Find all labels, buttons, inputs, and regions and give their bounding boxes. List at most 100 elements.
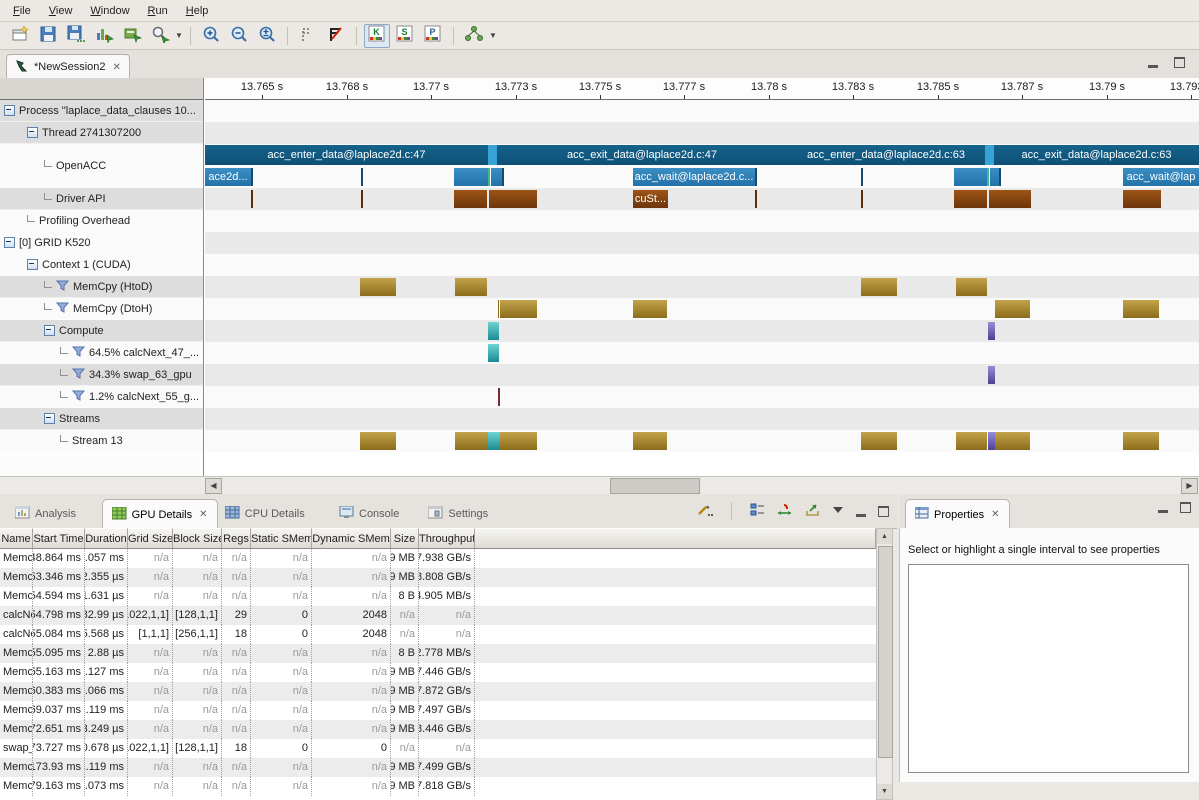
timeline-interval[interactable]: acc_exit_data@laplace2d.c:47 — [497, 145, 787, 165]
scroll-right-button[interactable]: ▶ — [1181, 478, 1198, 494]
collapse-toggle-icon[interactable] — [27, 259, 38, 270]
timeline-interval[interactable] — [956, 432, 987, 450]
table-row[interactable]: Memcpy173.93 ms1.119 msn/an/an/an/an/a9 … — [0, 758, 876, 777]
table-header-grid-size[interactable]: Grid Size — [128, 528, 173, 549]
table-header-duration[interactable]: Duration — [85, 528, 128, 549]
tree-row-memcpy-dtoh[interactable]: MemCpy (DtoH) — [0, 298, 203, 320]
maximize-details-icon[interactable] — [878, 506, 889, 517]
tree-row-driver-api[interactable]: Driver API — [0, 188, 203, 210]
scroll-down-button[interactable]: ▼ — [877, 784, 892, 799]
tree-row-kernel-swap63[interactable]: 34.3% swap_63_gpu — [0, 364, 203, 386]
scroll-up-button[interactable]: ▲ — [877, 529, 892, 544]
table-header-size[interactable]: Size — [391, 528, 419, 549]
filter-funnel-icon[interactable] — [72, 390, 85, 404]
timeline-interval[interactable] — [633, 432, 667, 450]
timeline-interval[interactable] — [755, 190, 757, 208]
table-row[interactable]: Memcpy179.163 ms1.073 msn/an/an/an/an/a9… — [0, 777, 876, 796]
tree-row-memcpy-htod[interactable]: MemCpy (HtoD) — [0, 276, 203, 298]
table-row[interactable]: Memcpy172.651 ms93.249 µsn/an/an/an/an/a… — [0, 720, 876, 739]
timeline-interval[interactable] — [755, 168, 757, 186]
scroll-thumb[interactable] — [610, 478, 700, 494]
timeline-interval[interactable] — [489, 190, 537, 208]
timeline-interval[interactable] — [251, 168, 253, 186]
session-tab[interactable]: *NewSession2 ✕ — [6, 54, 130, 79]
minimize-properties-icon[interactable] — [1158, 502, 1168, 513]
search-caret-icon[interactable]: ▼ — [174, 25, 184, 47]
tab-properties[interactable]: Properties ✕ — [905, 499, 1010, 529]
export-button[interactable] — [805, 503, 820, 520]
timeline-interval[interactable] — [502, 168, 504, 186]
toolbar-button-marker-next[interactable] — [323, 24, 349, 48]
timeline-interval[interactable] — [1123, 432, 1159, 450]
menu-item-help[interactable]: Help — [177, 2, 218, 20]
tree-row-kernel-calcnext55[interactable]: 1.2% calcNext_55_g... — [0, 386, 203, 408]
table-header-throughput[interactable]: Throughput — [419, 528, 475, 549]
timeline-interval[interactable] — [491, 168, 502, 186]
timeline-interval[interactable] — [861, 278, 897, 296]
table-row[interactable]: Memcpy155.163 ms1.127 msn/an/an/an/an/a9… — [0, 663, 876, 682]
focus-interval-button[interactable] — [777, 503, 793, 520]
timeline-interval[interactable] — [985, 145, 994, 165]
tree-row-streams[interactable]: Streams — [0, 408, 203, 430]
timeline-interval[interactable] — [988, 432, 995, 450]
table-row[interactable]: Memcpy154.594 ms1.631 µsn/an/an/an/an/a8… — [0, 587, 876, 606]
scroll-left-button[interactable]: ◀ — [205, 478, 222, 494]
toolbar-button-search[interactable] — [147, 24, 173, 48]
timeline-interval[interactable] — [1123, 190, 1161, 208]
timeline-interval[interactable]: acc_exit_data@laplace2d.c:63 — [994, 145, 1199, 165]
toolbar-button-save-all[interactable] — [63, 24, 89, 48]
toolbar-button-zoom-in[interactable] — [198, 24, 224, 48]
timeline-interval[interactable] — [990, 168, 999, 186]
menu-item-file[interactable]: File — [4, 2, 40, 20]
timeline-interval[interactable] — [361, 168, 363, 186]
layout-button[interactable] — [750, 503, 765, 520]
table-header-block-size[interactable]: Block Size — [173, 528, 222, 549]
tree-row-grid-k520[interactable]: [0] GRID K520 — [0, 232, 203, 254]
table-row[interactable]: Memcpy153.346 ms62.355 µsn/an/an/an/an/a… — [0, 568, 876, 587]
timeline-interval[interactable] — [633, 300, 667, 318]
toolbar-button-marker-prev[interactable] — [295, 24, 321, 48]
timeline-interval[interactable]: acc_wait@laplace2d.c... — [633, 168, 755, 186]
timeline-interval[interactable]: acc_enter_data@laplace2d.c:63 — [787, 145, 985, 165]
timeline-interval[interactable] — [455, 278, 487, 296]
collapse-toggle-icon[interactable] — [27, 127, 38, 138]
toolbar-button-save-session[interactable] — [35, 24, 61, 48]
tree-caret-icon[interactable]: ▼ — [488, 25, 498, 47]
tab-close-icon[interactable]: ✕ — [199, 509, 207, 520]
toolbar-button-zoom-out[interactable] — [226, 24, 252, 48]
timeline-interval[interactable]: acc_wait@lap — [1123, 168, 1199, 186]
timeline-interval[interactable] — [995, 300, 1030, 318]
timeline-interval[interactable] — [861, 190, 863, 208]
timeline-interval[interactable] — [488, 168, 490, 186]
timeline-interval[interactable] — [488, 322, 499, 340]
tab-settings[interactable]: Settings — [419, 499, 497, 528]
filter-funnel-icon[interactable] — [56, 302, 69, 316]
collapse-toggle-icon[interactable] — [4, 237, 15, 248]
scroll-thumb[interactable] — [878, 546, 893, 758]
table-header-start-time[interactable]: Start Time — [33, 528, 85, 549]
timeline-interval[interactable] — [498, 300, 499, 318]
timeline-interval[interactable] — [861, 168, 863, 186]
tab-gpu-details[interactable]: GPU Details✕ — [102, 499, 218, 529]
tree-row-kernel-calcnext47[interactable]: 64.5% calcNext_47_... — [0, 342, 203, 364]
maximize-timeline-icon[interactable] — [1174, 57, 1185, 68]
timeline-interval[interactable] — [988, 322, 995, 340]
tree-row-profiling-overhead[interactable]: Profiling Overhead — [0, 210, 203, 232]
timeline-interval[interactable] — [454, 190, 487, 208]
minimize-timeline-icon[interactable] — [1148, 57, 1158, 68]
timeline-interval[interactable] — [989, 190, 1031, 208]
timeline-interval[interactable] — [988, 366, 995, 384]
timeline-interval[interactable] — [954, 190, 987, 208]
timeline-interval[interactable] — [1123, 300, 1159, 318]
filter-funnel-icon[interactable] — [72, 346, 85, 360]
timeline-interval[interactable] — [455, 432, 488, 450]
table-row[interactable]: Memcpy155.095 ms2.88 µsn/an/an/an/an/a8 … — [0, 644, 876, 663]
table-header-static-smem[interactable]: Static SMem — [251, 528, 312, 549]
timeline-interval[interactable]: ace2d... — [205, 168, 251, 186]
tree-row-thread[interactable]: Thread 2741307200 — [0, 122, 203, 144]
tab-analysis[interactable]: Analysis — [6, 499, 85, 528]
timeline-interval[interactable]: cuSt... — [633, 190, 668, 208]
tab-cpu-details[interactable]: CPU Details — [216, 499, 314, 528]
menu-item-window[interactable]: Window — [81, 2, 138, 20]
collapse-toggle-icon[interactable] — [44, 325, 55, 336]
